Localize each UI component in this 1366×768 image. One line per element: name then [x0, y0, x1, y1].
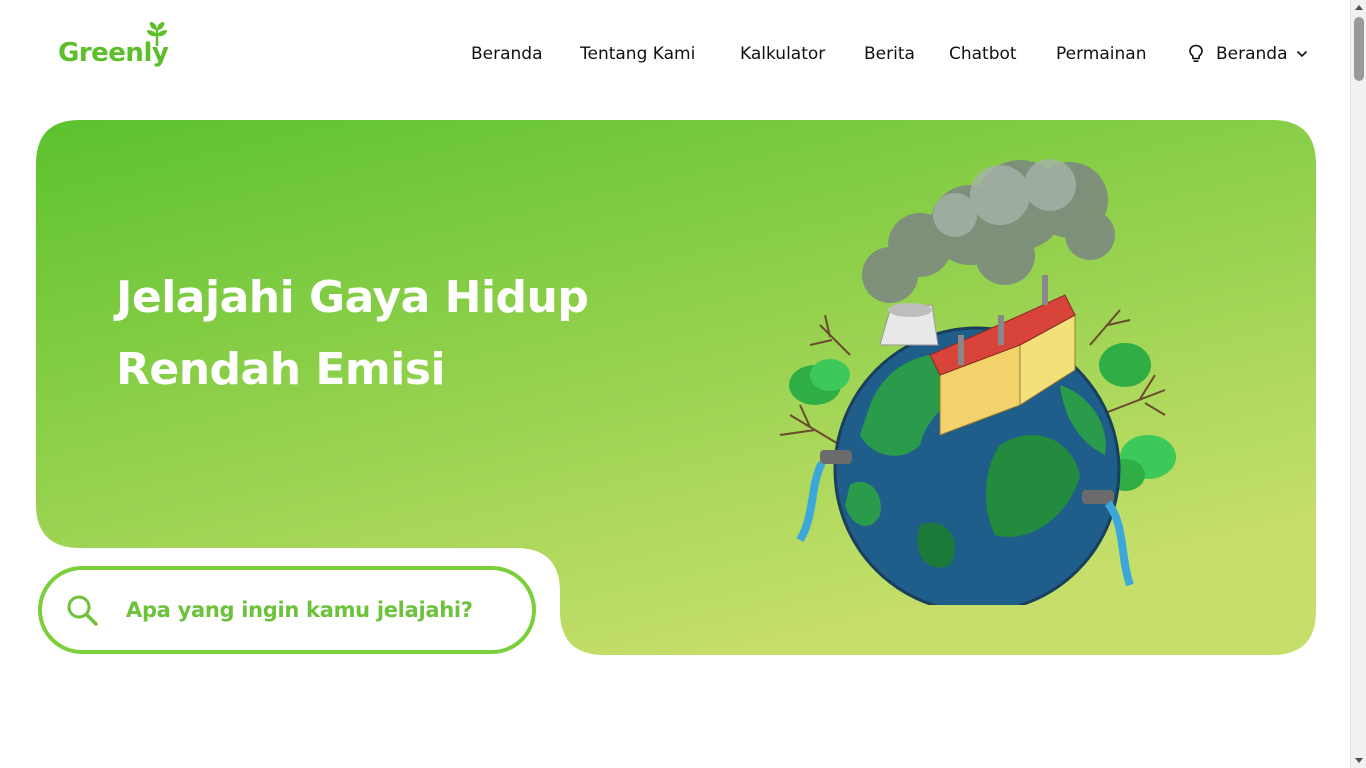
brand-name: Greenly [58, 38, 169, 68]
nav-item-tentang-kami[interactable]: Tentang Kami [580, 42, 695, 66]
search-icon [67, 595, 98, 626]
scroll-down-arrow-icon[interactable] [1355, 758, 1363, 763]
search-bar[interactable]: Apa yang ingin kamu jelajahi? [38, 566, 536, 654]
chevron-down-icon [1296, 50, 1307, 58]
hero-title-line-2: Rendah Emisi [116, 344, 446, 395]
hero-title-line-1: Jelajahi Gaya Hidup [116, 272, 589, 323]
nav-item-kalkulator[interactable]: Kalkulator [740, 42, 825, 66]
nav-item-beranda[interactable]: Beranda [471, 42, 543, 66]
search-placeholder: Apa yang ingin kamu jelajahi? [126, 598, 473, 622]
hero-title: Jelajahi Gaya Hidup Rendah Emisi [116, 262, 676, 406]
nav-item-chatbot[interactable]: Chatbot [949, 42, 1017, 66]
nav-item-berita[interactable]: Berita [864, 42, 915, 66]
scrollbar-thumb[interactable] [1354, 17, 1364, 81]
scroll-up-arrow-icon[interactable] [1355, 5, 1363, 10]
brand-logo[interactable]: Greenly [58, 20, 180, 78]
page-dropdown[interactable]: Beranda [1188, 42, 1308, 66]
polluted-earth-illustration [779, 159, 1176, 605]
page-scrollbar[interactable] [1350, 0, 1366, 768]
page-dropdown-label: Beranda [1216, 44, 1288, 64]
nav-item-permainan[interactable]: Permainan [1056, 42, 1146, 66]
lightbulb-icon [1189, 44, 1203, 63]
